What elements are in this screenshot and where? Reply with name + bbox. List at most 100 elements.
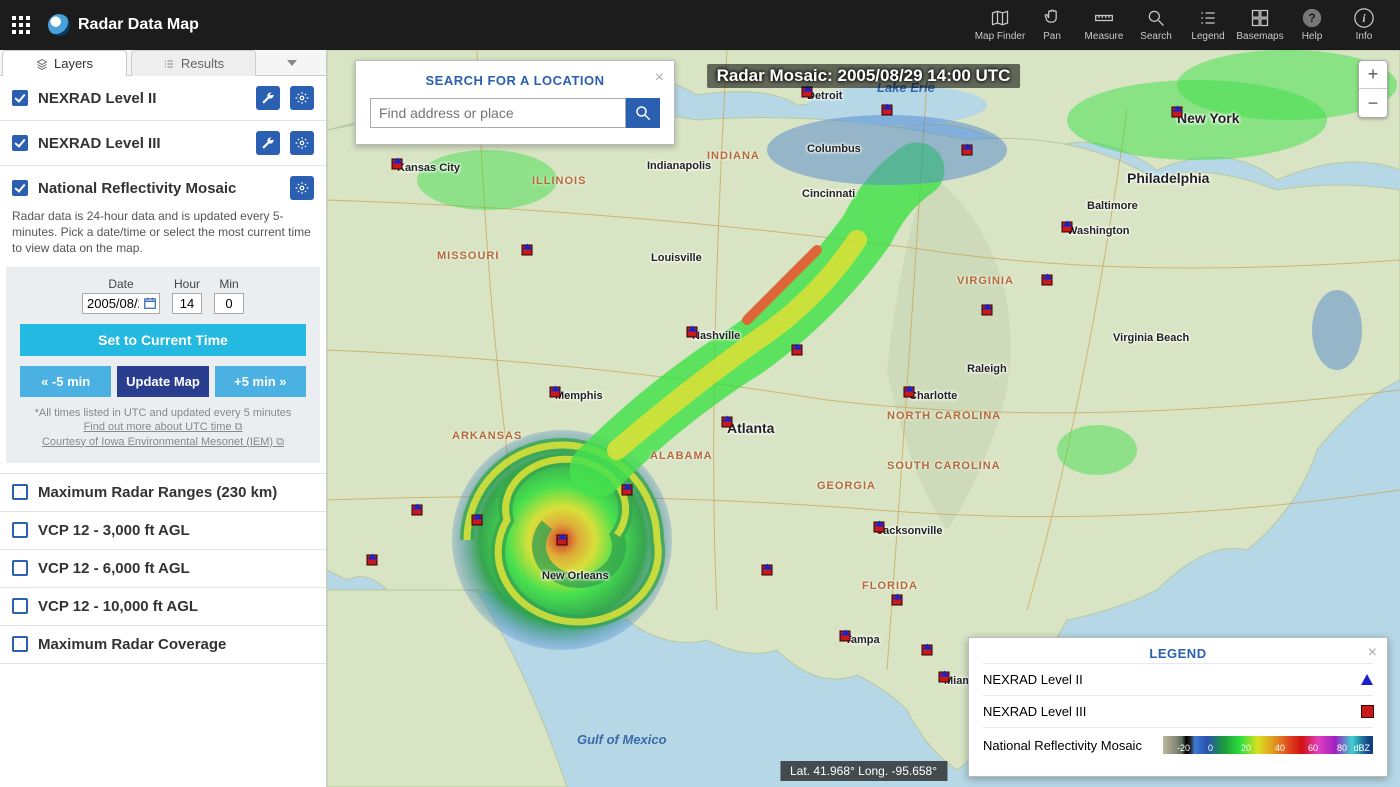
minus5-button[interactable]: « -5 min (20, 366, 111, 397)
legend-panel: × LEGEND NEXRAD Level II NEXRAD Level II… (968, 637, 1388, 777)
station[interactable] (1063, 223, 1072, 232)
station[interactable] (803, 88, 812, 97)
search-title: SEARCH FOR A LOCATION (370, 73, 660, 88)
layer-nexrad2-title: NEXRAD Level II (38, 90, 246, 107)
layer-max-coverage: Maximum Radar Coverage (0, 626, 326, 664)
legend-n2-label: NEXRAD Level II (983, 672, 1083, 687)
station[interactable] (983, 306, 992, 315)
sidebar: Layers Results NEXRAD Level II NEXRAD Le… (0, 50, 327, 787)
station[interactable] (793, 346, 802, 355)
zoom-out-button[interactable]: − (1359, 89, 1387, 117)
layer-vcp6000: VCP 12 - 6,000 ft AGL (0, 550, 326, 588)
checkbox-nexrad2[interactable] (12, 90, 28, 106)
wrench-button-nexrad2[interactable] (256, 86, 280, 110)
triangle-icon (1361, 674, 1373, 685)
station[interactable] (723, 418, 732, 427)
gear-button-nexrad2[interactable] (290, 86, 314, 110)
checkbox-vcp3000[interactable] (12, 522, 28, 538)
search-panel: × SEARCH FOR A LOCATION (355, 60, 675, 145)
tab-results[interactable]: Results (131, 50, 256, 76)
reflectivity-colorbar: -20 0 20 40 60 80 dBZ (1163, 736, 1373, 754)
checkbox-vcp10000[interactable] (12, 598, 28, 614)
layer-vcp3000: VCP 12 - 3,000 ft AGL (0, 512, 326, 550)
map-overlay-title: Radar Mosaic: 2005/08/29 14:00 UTC (707, 64, 1021, 88)
app-title: Radar Data Map (78, 16, 199, 34)
tool-legend[interactable]: Legend (1182, 0, 1234, 50)
gear-button-nexrad3[interactable] (290, 131, 314, 155)
station[interactable] (368, 556, 377, 565)
utc-link[interactable]: Find out more about UTC time ⧉ (20, 421, 306, 434)
station[interactable] (1173, 108, 1182, 117)
checkbox-max-ranges[interactable] (12, 484, 28, 500)
station[interactable] (923, 646, 932, 655)
search-close-icon[interactable]: × (655, 69, 664, 87)
legend-close-icon[interactable]: × (1368, 644, 1377, 662)
top-tools: Map Finder Pan Measure Search Legend Bas… (974, 0, 1390, 50)
tool-basemaps[interactable]: Basemaps (1234, 0, 1286, 50)
tool-pan[interactable]: Pan (1026, 0, 1078, 50)
legend-n3-label: NEXRAD Level III (983, 704, 1086, 719)
station[interactable] (623, 486, 632, 495)
coord-bar: Lat. 41.968° Long. -95.658° (780, 761, 947, 781)
checkbox-max-coverage[interactable] (12, 636, 28, 652)
update-map-button[interactable]: Update Map (117, 366, 208, 397)
layer-nexrad2: NEXRAD Level II (0, 76, 326, 121)
noaa-logo (48, 14, 70, 36)
station[interactable] (688, 328, 697, 337)
station[interactable] (523, 246, 532, 255)
station[interactable] (763, 566, 772, 575)
layer-mosaic-title: National Reflectivity Mosaic (38, 180, 280, 197)
tool-search[interactable]: Search (1130, 0, 1182, 50)
date-label: Date (108, 277, 133, 291)
legend-mosaic-label: National Reflectivity Mosaic (983, 738, 1142, 753)
station[interactable] (905, 388, 914, 397)
map-area[interactable]: Gulf of Mexico Lake Erie Atlanta Philade… (327, 50, 1400, 787)
min-input[interactable] (214, 293, 244, 314)
time-controls: Date Hour Min Set to Current Time « -5 m… (6, 267, 320, 463)
station[interactable] (1043, 276, 1052, 285)
station[interactable] (413, 506, 422, 515)
station[interactable] (551, 388, 560, 397)
checkbox-mosaic[interactable] (12, 180, 28, 196)
station[interactable] (393, 160, 402, 169)
zoom-control: + − (1358, 60, 1388, 118)
station[interactable] (558, 536, 567, 545)
legend-title: LEGEND (983, 646, 1373, 661)
search-submit-button[interactable] (626, 98, 660, 128)
tool-info[interactable]: iInfo (1338, 0, 1390, 50)
tool-help[interactable]: ?Help (1286, 0, 1338, 50)
apps-grid-icon[interactable] (12, 16, 30, 34)
tab-layers[interactable]: Layers (2, 50, 127, 76)
layer-nexrad3: NEXRAD Level III (0, 121, 326, 166)
hour-input[interactable] (172, 293, 202, 314)
gear-button-mosaic[interactable] (290, 176, 314, 200)
set-current-button[interactable]: Set to Current Time (20, 324, 306, 356)
iem-link[interactable]: Courtesy of Iowa Environmental Mesonet (… (20, 436, 306, 449)
tool-map-finder[interactable]: Map Finder (974, 0, 1026, 50)
layer-max-ranges: Maximum Radar Ranges (230 km) (0, 474, 326, 512)
checkbox-nexrad3[interactable] (12, 135, 28, 151)
station[interactable] (940, 673, 949, 682)
search-input[interactable] (370, 98, 626, 128)
svg-text:i: i (1362, 12, 1366, 25)
layer-mosaic: National Reflectivity Mosaic Radar data … (0, 166, 326, 474)
utc-note: *All times listed in UTC and updated eve… (20, 407, 306, 419)
tool-measure[interactable]: Measure (1078, 0, 1130, 50)
plus5-button[interactable]: +5 min » (215, 366, 306, 397)
sidebar-collapse[interactable] (258, 50, 326, 75)
station[interactable] (473, 516, 482, 525)
checkbox-vcp6000[interactable] (12, 560, 28, 576)
station[interactable] (841, 632, 850, 641)
station[interactable] (883, 106, 892, 115)
svg-text:?: ? (1308, 12, 1315, 25)
wrench-button-nexrad3[interactable] (256, 131, 280, 155)
calendar-icon[interactable] (143, 296, 157, 310)
zoom-in-button[interactable]: + (1359, 61, 1387, 89)
square-icon (1362, 706, 1373, 717)
sidebar-tabs: Layers Results (0, 50, 326, 76)
station[interactable] (875, 523, 884, 532)
station[interactable] (963, 146, 972, 155)
min-label: Min (219, 277, 238, 291)
topbar: Radar Data Map Map Finder Pan Measure Se… (0, 0, 1400, 50)
station[interactable] (893, 596, 902, 605)
